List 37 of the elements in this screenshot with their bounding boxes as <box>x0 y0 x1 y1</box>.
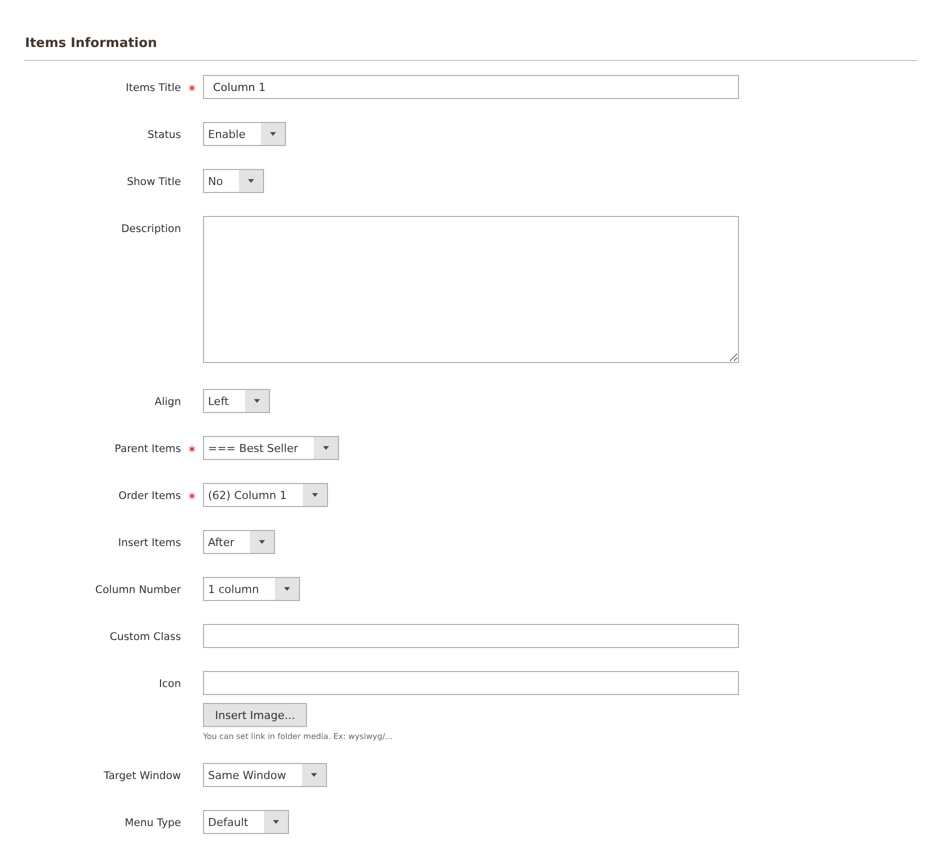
section-title: Items Information <box>25 36 157 51</box>
field-label: Items Title <box>126 82 181 94</box>
caret-icon <box>323 446 330 450</box>
field-label: Custom Class <box>110 630 181 642</box>
select-dropdown[interactable]: Left <box>203 389 270 413</box>
caret-icon <box>312 493 318 497</box>
select-dropdown[interactable]: 1 column <box>203 577 300 601</box>
select-dropdown[interactable]: Enable <box>203 122 286 146</box>
insert-image-button[interactable]: Insert Image... <box>203 703 307 727</box>
caret-icon <box>248 179 254 183</box>
field-note: You can set link in folder media. Ex: wysiwyg/... <box>203 732 394 741</box>
field-label: Column Number <box>95 584 181 596</box>
field-label: Show Title <box>126 176 181 188</box>
text-field[interactable]: Column 1 <box>203 75 739 99</box>
select-dropdown[interactable]: Same Window <box>203 763 328 787</box>
field-label: Description <box>121 222 181 234</box>
field-label: Target Window <box>104 770 181 782</box>
field-label: Status <box>148 128 181 140</box>
field-label: Order Items <box>118 490 181 502</box>
select-dropdown[interactable]: === Best Seller <box>203 436 340 460</box>
caret-icon <box>273 820 280 824</box>
select-dropdown[interactable]: After <box>203 530 276 554</box>
caret-icon <box>311 773 318 777</box>
caret-icon <box>270 132 276 136</box>
select-dropdown[interactable]: (62) Column 1 <box>203 483 328 507</box>
field-label: Icon <box>159 678 181 690</box>
text-field[interactable] <box>203 624 739 648</box>
caret-icon <box>284 587 290 591</box>
caret-icon <box>259 540 266 544</box>
select-dropdown[interactable]: Default <box>203 810 290 834</box>
text-field[interactable] <box>203 671 739 695</box>
field-label: Insert Items <box>118 536 181 548</box>
field-label: Menu Type <box>124 816 181 828</box>
select-dropdown[interactable]: No <box>203 169 264 193</box>
field-label: Align <box>154 396 181 408</box>
field-label: Parent Items <box>114 442 181 454</box>
caret-icon <box>254 399 260 403</box>
